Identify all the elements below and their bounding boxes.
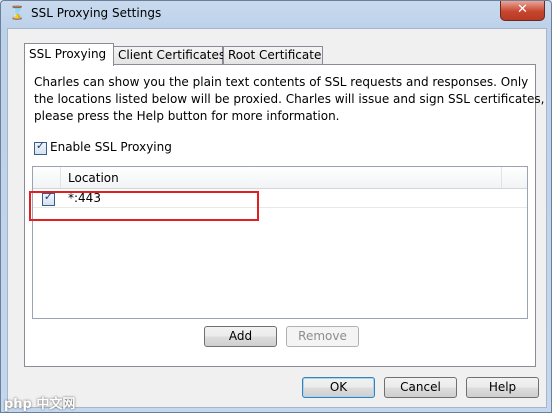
description-line: please press the Help button for more in… (34, 109, 340, 123)
enable-ssl-proxying-label[interactable]: Enable SSL Proxying (50, 140, 172, 154)
column-header-location[interactable]: Location (68, 171, 119, 185)
window-title: SSL Proxying Settings (31, 6, 162, 20)
dialog-window: ⌛ SSL Proxying Settings ✕ SSL Proxying C… (0, 0, 552, 413)
tab-client-certificates[interactable]: Client Certificates (113, 46, 225, 65)
enable-ssl-proxying-checkbox[interactable]: ✓ (34, 139, 47, 155)
checkmark-icon: ✓ (35, 139, 46, 152)
column-divider (501, 167, 502, 188)
description-text: Charles can show you the plain text cont… (34, 74, 545, 125)
add-button[interactable]: Add (204, 326, 277, 347)
description-line: the locations listed below will be proxi… (34, 92, 545, 106)
ok-button[interactable]: OK (302, 377, 375, 398)
tab-ssl-proxying[interactable]: SSL Proxying (24, 43, 114, 66)
locations-table[interactable]: Location ✓ *:443 (32, 166, 528, 319)
cancel-button[interactable]: Cancel (384, 377, 457, 398)
watermark: php 中文网 (4, 397, 76, 412)
description-line: Charles can show you the plain text cont… (34, 75, 529, 89)
title-bar[interactable]: ⌛ SSL Proxying Settings ✕ (1, 1, 551, 27)
app-icon: ⌛ (9, 6, 26, 21)
remove-button[interactable]: Remove (286, 326, 359, 347)
table-header: Location (33, 167, 527, 189)
close-button[interactable]: ✕ (500, 1, 545, 21)
tab-root-certificate[interactable]: Root Certificate (223, 46, 323, 65)
column-divider (60, 167, 61, 188)
help-button[interactable]: Help (466, 377, 539, 398)
highlight-annotation-box (29, 191, 259, 221)
